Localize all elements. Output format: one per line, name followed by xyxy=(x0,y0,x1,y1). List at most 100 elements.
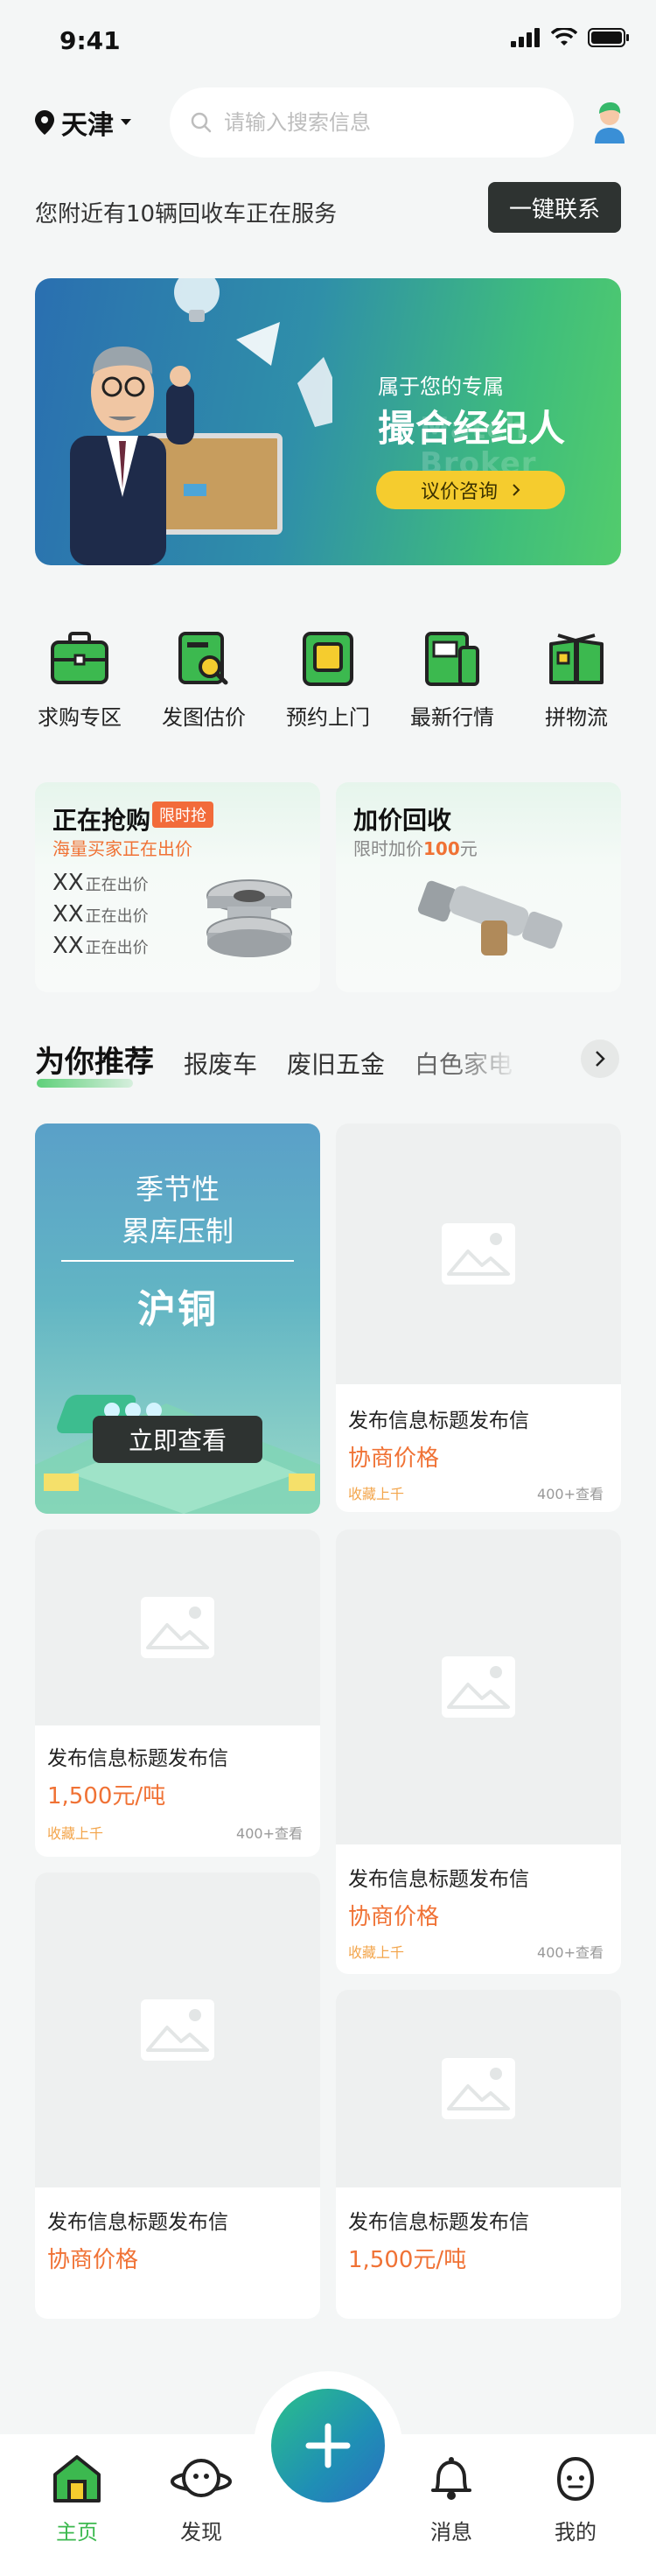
price-boost-amount: 100 xyxy=(423,838,460,859)
chevron-right-icon xyxy=(513,484,520,496)
status-icons xyxy=(511,28,630,47)
nav-messages[interactable]: 消息 xyxy=(408,2455,495,2545)
contact-button[interactable]: 一键联系 xyxy=(488,182,621,233)
category-briefcase[interactable]: 求购专区 xyxy=(17,632,142,731)
feature-title: 沪铜 xyxy=(137,1287,218,1332)
listing-image-placeholder xyxy=(336,1530,621,1844)
bid-status: 正在出价 xyxy=(85,907,149,926)
planet-icon xyxy=(171,2459,232,2497)
nav-home[interactable]: 主页 xyxy=(33,2455,121,2545)
feature-line-1: 季节性 xyxy=(135,1172,220,1206)
feature-line-2: 累库压制 xyxy=(121,1214,234,1248)
listing-favorites: 收藏上千 xyxy=(348,1944,405,1961)
image-placeholder-icon xyxy=(442,1223,515,1284)
location-pin-icon xyxy=(35,110,54,135)
wifi-icon xyxy=(551,28,577,46)
nav-profile[interactable]: 我的 xyxy=(532,2455,619,2545)
feature-divider xyxy=(61,1260,294,1262)
listing-card[interactable]: 发布信息标题发布信 1,500元/吨 收藏上千 400+查看 xyxy=(35,1530,320,1857)
listing-card[interactable]: 发布信息标题发布信 协商价格 收藏上千 400+查看 xyxy=(336,1124,621,1512)
tab-appliances[interactable]: 白色家电 xyxy=(415,1046,513,1081)
featured-copper-card[interactable]: 季节性 累库压制 沪铜 立即查看 xyxy=(35,1124,320,1514)
listing-card[interactable]: 发布信息标题发布信 协商价格 收藏上千 400+查看 xyxy=(336,1530,621,1974)
broker-banner[interactable]: 属于您的专属 Match Broker 撮合经纪人 议价咨询 xyxy=(35,278,621,565)
plus-icon xyxy=(305,2423,351,2468)
photo-search-icon xyxy=(178,632,228,685)
bid-status: 正在出价 xyxy=(85,876,149,894)
profile-icon xyxy=(556,2456,595,2502)
nav-label-home: 主页 xyxy=(56,2520,98,2544)
listing-price: 协商价格 xyxy=(348,1904,440,1930)
listing-price: 1,500元/吨 xyxy=(348,2247,467,2273)
news-icon xyxy=(425,632,479,686)
price-boost-suffix: 元 xyxy=(459,838,478,859)
category-label: 发图估价 xyxy=(162,705,246,730)
tab-hardware[interactable]: 废旧五金 xyxy=(287,1046,385,1081)
category-label: 预约上门 xyxy=(286,705,370,730)
image-placeholder-icon xyxy=(141,1999,214,2061)
category-news[interactable]: 最新行情 xyxy=(390,632,514,731)
category-logistics[interactable]: 拼物流 xyxy=(514,632,639,731)
category-photo-estimate[interactable]: 发图估价 xyxy=(142,632,266,731)
listing-image-placeholder xyxy=(336,1990,621,2188)
image-placeholder-icon xyxy=(442,2058,515,2119)
search-icon xyxy=(191,112,212,133)
banner-title: 撮合经纪人 xyxy=(378,407,567,450)
listing-image-placeholder xyxy=(35,1872,320,2188)
recommend-tabs: 为你推荐 报废车 废旧五金 白色家电 xyxy=(35,1038,513,1088)
battery-icon xyxy=(588,28,629,47)
view-now-button[interactable]: 立即查看 xyxy=(93,1416,262,1463)
bid-status: 正在出价 xyxy=(85,939,149,957)
city-name: 天津 xyxy=(61,110,114,141)
signal-icon xyxy=(511,28,540,47)
tabs-more-button[interactable] xyxy=(581,1040,619,1078)
nav-label-profile: 我的 xyxy=(555,2520,597,2544)
price-consult-button[interactable]: 议价咨询 xyxy=(376,471,565,509)
price-boost-subtitle: 限时加价100元 xyxy=(353,835,478,860)
nearby-notice: 您附近有10辆回收车正在服务 xyxy=(35,201,338,228)
flash-sale-tag: 限时抢 xyxy=(152,802,213,828)
listing-price: 协商价格 xyxy=(47,2247,139,2273)
listing-views: 400+查看 xyxy=(537,1486,604,1502)
flash-sale-title: 正在抢购 xyxy=(52,806,151,835)
flash-sale-card[interactable]: 正在抢购 限时抢 海量买家正在出价 XX 正在出价 XX 正在出价 XX 正在出价 xyxy=(35,782,320,992)
status-time: 9:41 xyxy=(59,26,121,55)
listing-card[interactable]: 发布信息标题发布信 协商价格 xyxy=(35,1872,320,2319)
price-boost-card[interactable]: 加价回收 限时加价100元 xyxy=(336,782,621,992)
bid-row: XX 正在出价 xyxy=(52,870,149,896)
nav-label-messages: 消息 xyxy=(430,2520,472,2544)
book-icon xyxy=(549,634,604,684)
bid-row: XX 正在出价 xyxy=(52,901,149,928)
bid-item-name: XX xyxy=(52,933,84,959)
banner-subtitle: 属于您的专属 xyxy=(378,374,504,399)
search-bar[interactable] xyxy=(170,88,574,158)
publish-button[interactable] xyxy=(271,2389,385,2502)
price-consult-label: 议价咨询 xyxy=(420,481,498,503)
tab-recommend[interactable]: 为你推荐 xyxy=(35,1038,154,1088)
category-label: 最新行情 xyxy=(410,705,494,730)
category-label: 求购专区 xyxy=(38,705,122,730)
city-selector[interactable]: 天津 xyxy=(35,103,131,142)
bid-item-name: XX xyxy=(52,901,84,928)
search-input[interactable] xyxy=(222,109,558,136)
listing-price: 1,500元/吨 xyxy=(47,1783,166,1810)
listing-card[interactable]: 发布信息标题发布信 1,500元/吨 xyxy=(336,1990,621,2319)
listing-title: 发布信息标题发布信 xyxy=(47,2211,228,2234)
user-avatar-icon[interactable] xyxy=(586,96,633,144)
briefcase-icon xyxy=(51,632,108,684)
broker-illustration xyxy=(70,278,332,565)
nav-discover[interactable]: 发现 xyxy=(157,2455,245,2545)
listing-price: 协商价格 xyxy=(348,1446,440,1472)
category-appointment[interactable]: 预约上门 xyxy=(266,632,390,731)
chevron-right-icon xyxy=(596,1051,605,1067)
price-boost-title: 加价回收 xyxy=(353,806,452,835)
listing-title: 发布信息标题发布信 xyxy=(348,1868,529,1891)
listing-title: 发布信息标题发布信 xyxy=(348,1410,529,1432)
caret-down-icon xyxy=(121,119,131,125)
tab-scrap-cars[interactable]: 报废车 xyxy=(184,1046,257,1081)
home-icon xyxy=(53,2455,101,2502)
calendar-icon xyxy=(303,632,353,686)
listing-favorites: 收藏上千 xyxy=(348,1486,405,1502)
bid-item-name: XX xyxy=(52,870,84,896)
listing-image-placeholder xyxy=(35,1530,320,1726)
